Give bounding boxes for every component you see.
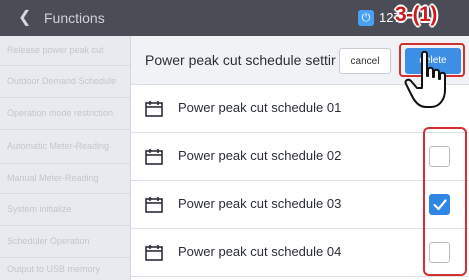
list-item[interactable]: Power peak cut schedule 03	[131, 181, 469, 229]
calendar-icon	[145, 149, 163, 165]
sidebar-item-release-power-peak-cut[interactable]: Release power peak cut	[0, 36, 130, 66]
top-bar-title: Functions	[44, 10, 105, 26]
pointing-hand-icon	[404, 50, 446, 108]
sidebar: Release power peak cut Outdoor Demand Sc…	[0, 36, 131, 280]
step-annotation: 3-(1)	[395, 3, 437, 26]
calendar-icon	[145, 101, 163, 117]
list-item[interactable]: Power peak cut schedule 02	[131, 133, 469, 181]
cancel-button[interactable]: cancel	[339, 48, 391, 74]
sidebar-item-system-initialize[interactable]: System initialize	[0, 194, 130, 226]
checkbox-highlight-outline	[423, 127, 467, 276]
schedule-label: Power peak cut schedule 01	[178, 100, 342, 115]
sidebar-item-operation-mode-restriction[interactable]: Operation mode restriction	[0, 98, 130, 130]
chevron-left-icon[interactable]: ❮	[18, 8, 31, 28]
calendar-icon	[145, 245, 163, 261]
sidebar-item-scheduler-operation[interactable]: Scheduler Operation	[0, 226, 130, 258]
list-item[interactable]: Power peak cut schedule 04	[131, 229, 469, 277]
calendar-icon	[145, 197, 163, 213]
schedule-label: Power peak cut schedule 03	[178, 196, 342, 211]
sidebar-item-outdoor-demand-schedule[interactable]: Outdoor Demand Schedule	[0, 66, 130, 98]
sidebar-item-manual-meter-reading[interactable]: Manual Meter-Reading	[0, 164, 130, 194]
schedule-label: Power peak cut schedule 02	[178, 148, 342, 163]
page-title: Power peak cut schedule settir	[145, 52, 336, 68]
sidebar-item-automatic-meter-reading[interactable]: Automatic Meter-Reading	[0, 130, 130, 164]
schedule-label: Power peak cut schedule 04	[178, 244, 342, 259]
power-icon[interactable]: ⏻	[358, 10, 374, 26]
sidebar-item-output-to-usb-memory[interactable]: Output to USB memory	[0, 258, 130, 280]
